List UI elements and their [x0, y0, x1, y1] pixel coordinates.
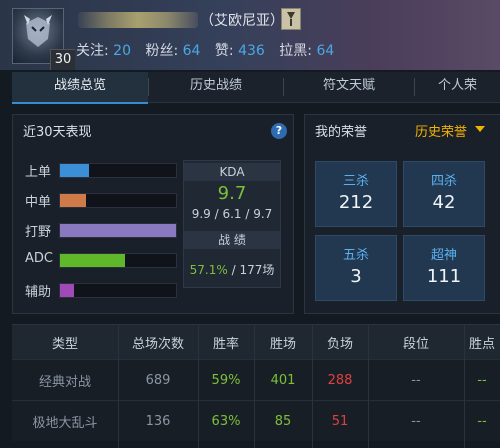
cell-win-rate: 63%: [211, 413, 241, 429]
fans-label: 粉丝:: [145, 43, 179, 59]
role-bar-track: [59, 163, 177, 178]
role-label-adc: ADC: [25, 251, 53, 266]
column-divider: [312, 324, 313, 448]
cell-losses: 51: [331, 413, 349, 429]
tab-personal-honor[interactable]: 个人荣: [415, 72, 500, 102]
dropdown-arrow-icon[interactable]: [475, 126, 485, 132]
header-rank: 段位: [402, 336, 429, 352]
block-count[interactable]: 64: [316, 43, 334, 59]
column-divider: [118, 324, 119, 448]
recent-performance-panel: 近30天表现 ? 上单 中单 打野 ADC 辅助 KDA 9.7 9.9 / 6…: [12, 114, 294, 314]
win-rate: 57.1%: [189, 263, 228, 277]
role-label-top: 上单: [25, 165, 52, 180]
role-bar-mid: [60, 194, 86, 207]
region-label: （艾欧尼亚）: [200, 13, 284, 29]
summoner-name-redacted: [78, 12, 198, 28]
cell-type: 经典对战: [38, 374, 91, 390]
header-lp: 胜点: [468, 336, 495, 352]
win-summary: 57.1% / 177场: [184, 261, 280, 278]
record-title: 战 绩: [184, 231, 280, 249]
likes-label: 赞:: [214, 43, 234, 59]
cell-wins: 85: [274, 413, 292, 429]
role-bar-support: [60, 284, 74, 297]
cell-win-rate: 59%: [211, 372, 241, 388]
role-bar-jungle: [60, 224, 176, 237]
column-divider: [368, 324, 369, 448]
cell-losses: 288: [327, 372, 353, 388]
role-bar-track: [59, 223, 177, 238]
honor-label: 超神: [430, 248, 457, 263]
tab-overview[interactable]: 战绩总览: [12, 72, 148, 104]
tab-runes[interactable]: 符文天赋: [284, 72, 414, 102]
role-label-jungle: 打野: [25, 225, 52, 240]
honor-label: 三杀: [342, 174, 369, 189]
fans-count[interactable]: 64: [183, 43, 201, 59]
honor-card-legendary: 超神 111: [403, 235, 485, 301]
cell-rank: --: [411, 372, 421, 388]
table-row[interactable]: 极地大乱斗 136 63% 85 51 -- --: [12, 400, 500, 441]
role-label-mid: 中单: [25, 195, 52, 210]
level-badge: 30: [50, 49, 75, 70]
honor-card-quadra-kill: 四杀 42: [403, 161, 485, 227]
role-bar-adc: [60, 254, 125, 267]
honors-panel: 我的荣誉 历史荣誉 三杀 212 四杀 42 五杀 3 超神 111: [304, 114, 500, 314]
header-win-rate: 胜率: [212, 336, 239, 352]
column-divider: [198, 324, 199, 448]
cell-total-games: 136: [145, 413, 171, 429]
kda-value: 9.7: [217, 183, 247, 204]
column-divider: [464, 324, 465, 448]
cell-rank: --: [411, 413, 421, 429]
role-bar-top: [60, 164, 89, 177]
kda-title: KDA: [184, 163, 280, 181]
role-bar-track: [59, 253, 177, 268]
match-type-table: 类型 总场次数 胜率 胜场 负场 段位 胜点 经典对战 689 59% 401 …: [12, 324, 500, 448]
honor-value: 212: [338, 192, 374, 213]
likes-count[interactable]: 436: [238, 43, 265, 59]
honor-label: 四杀: [430, 174, 457, 189]
honor-value: 111: [426, 266, 462, 287]
role-bar-track: [59, 283, 177, 298]
champion-portrait-icon: [24, 15, 52, 47]
follow-count[interactable]: 20: [113, 43, 131, 59]
header-losses: 负场: [326, 336, 353, 352]
tab-bar: 战绩总览 历史战绩 符文天赋 个人荣: [12, 72, 500, 104]
rank-icon[interactable]: [281, 8, 301, 30]
kda-detail: 9.9 / 6.1 / 9.7: [191, 207, 273, 221]
header-wins: 胜场: [269, 336, 296, 352]
block-label: 拉黑:: [279, 43, 312, 59]
cell-total-games: 689: [145, 372, 171, 388]
column-divider: [254, 324, 255, 448]
honor-value: 42: [432, 192, 456, 213]
table-row[interactable]: 经典对战 689 59% 401 288 -- --: [12, 359, 500, 400]
cell-lp: --: [477, 372, 487, 388]
cell-type: 极地大乱斗: [32, 415, 98, 431]
tab-history[interactable]: 历史战绩: [149, 72, 283, 102]
honor-card-triple-kill: 三杀 212: [315, 161, 397, 227]
cell-wins: 401: [270, 372, 296, 388]
recent-title: 近30天表现: [23, 125, 92, 140]
kda-box: KDA 9.7 9.9 / 6.1 / 9.7 战 绩 57.1% / 177场: [183, 160, 281, 288]
header-type: 类型: [51, 336, 78, 352]
role-label-support: 辅助: [25, 285, 52, 300]
total-games: / 177场: [231, 263, 275, 277]
honors-title: 我的荣誉: [315, 125, 368, 140]
honor-label: 五杀: [342, 248, 369, 263]
help-icon[interactable]: ?: [271, 123, 287, 139]
cell-lp: --: [477, 413, 487, 429]
profile-header: 30 （艾欧尼亚） 关注: 20 粉丝: 64 赞: 436 拉黑: 64: [0, 0, 500, 70]
honor-value: 3: [350, 266, 362, 287]
honor-card-penta-kill: 五杀 3: [315, 235, 397, 301]
avatar[interactable]: 30: [12, 8, 75, 70]
table-header-row: 类型 总场次数 胜率 胜场 负场 段位 胜点: [12, 324, 500, 359]
header-total-games: 总场次数: [131, 336, 184, 352]
follow-label: 关注:: [76, 43, 109, 59]
history-honors-link[interactable]: 历史荣誉: [415, 121, 467, 140]
social-stats: 关注: 20 粉丝: 64 赞: 436 拉黑: 64: [76, 40, 344, 60]
role-bar-track: [59, 193, 177, 208]
